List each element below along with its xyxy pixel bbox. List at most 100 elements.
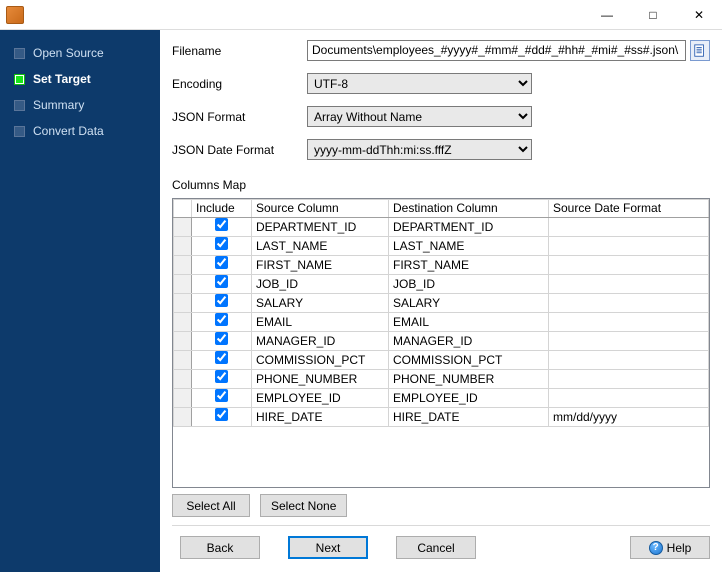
maximize-button[interactable]: □ [630, 0, 676, 30]
dest-cell[interactable]: LAST_NAME [389, 237, 549, 256]
dest-cell[interactable]: EMAIL [389, 313, 549, 332]
source-cell[interactable]: MANAGER_ID [252, 332, 389, 351]
srcfmt-cell[interactable] [549, 313, 709, 332]
table-row[interactable]: DEPARTMENT_IDDEPARTMENT_ID [174, 218, 709, 237]
srcfmt-cell[interactable] [549, 256, 709, 275]
row-header[interactable] [174, 237, 192, 256]
include-cell[interactable] [192, 332, 252, 351]
cancel-button[interactable]: Cancel [396, 536, 476, 559]
include-cell[interactable] [192, 237, 252, 256]
dest-cell[interactable]: PHONE_NUMBER [389, 370, 549, 389]
col-header-include[interactable]: Include [192, 200, 252, 218]
row-header[interactable] [174, 294, 192, 313]
dest-cell[interactable]: MANAGER_ID [389, 332, 549, 351]
help-button[interactable]: ? Help [630, 536, 710, 559]
sidebar-step-1[interactable]: Set Target [0, 66, 160, 92]
srcfmt-cell[interactable] [549, 237, 709, 256]
source-cell[interactable]: DEPARTMENT_ID [252, 218, 389, 237]
include-cell[interactable] [192, 389, 252, 408]
row-header[interactable] [174, 275, 192, 294]
include-checkbox[interactable] [215, 237, 228, 250]
row-header[interactable] [174, 408, 192, 427]
include-cell[interactable] [192, 294, 252, 313]
table-row[interactable]: EMAILEMAIL [174, 313, 709, 332]
source-cell[interactable]: COMMISSION_PCT [252, 351, 389, 370]
table-row[interactable]: FIRST_NAMEFIRST_NAME [174, 256, 709, 275]
filename-input[interactable]: \Documents\employees_#yyyy#_#mm#_#dd#_#h… [307, 40, 686, 61]
include-checkbox[interactable] [215, 389, 228, 402]
include-cell[interactable] [192, 351, 252, 370]
include-cell[interactable] [192, 218, 252, 237]
row-header[interactable] [174, 256, 192, 275]
srcfmt-cell[interactable] [549, 370, 709, 389]
json-format-select[interactable]: Array Without Name [307, 106, 532, 127]
table-row[interactable]: COMMISSION_PCTCOMMISSION_PCT [174, 351, 709, 370]
row-header[interactable] [174, 370, 192, 389]
source-cell[interactable]: PHONE_NUMBER [252, 370, 389, 389]
source-cell[interactable]: EMAIL [252, 313, 389, 332]
dest-cell[interactable]: HIRE_DATE [389, 408, 549, 427]
srcfmt-cell[interactable] [549, 332, 709, 351]
include-checkbox[interactable] [215, 351, 228, 364]
sidebar-step-0[interactable]: Open Source [0, 40, 160, 66]
include-checkbox[interactable] [215, 294, 228, 307]
back-button[interactable]: Back [180, 536, 260, 559]
table-row[interactable]: LAST_NAMELAST_NAME [174, 237, 709, 256]
include-cell[interactable] [192, 370, 252, 389]
include-checkbox[interactable] [215, 408, 228, 421]
encoding-select[interactable]: UTF-8 [307, 73, 532, 94]
source-cell[interactable]: SALARY [252, 294, 389, 313]
col-header-source[interactable]: Source Column [252, 200, 389, 218]
col-header-srcfmt[interactable]: Source Date Format [549, 200, 709, 218]
table-row[interactable]: PHONE_NUMBERPHONE_NUMBER [174, 370, 709, 389]
dest-cell[interactable]: DEPARTMENT_ID [389, 218, 549, 237]
srcfmt-cell[interactable] [549, 351, 709, 370]
srcfmt-cell[interactable] [549, 275, 709, 294]
include-cell[interactable] [192, 256, 252, 275]
include-checkbox[interactable] [215, 256, 228, 269]
select-all-button[interactable]: Select All [172, 494, 250, 517]
source-cell[interactable]: LAST_NAME [252, 237, 389, 256]
source-cell[interactable]: FIRST_NAME [252, 256, 389, 275]
row-header[interactable] [174, 351, 192, 370]
row-header[interactable] [174, 313, 192, 332]
include-cell[interactable] [192, 408, 252, 427]
table-row[interactable]: JOB_IDJOB_ID [174, 275, 709, 294]
next-button[interactable]: Next [288, 536, 368, 559]
minimize-button[interactable]: — [584, 0, 630, 30]
dest-cell[interactable]: SALARY [389, 294, 549, 313]
table-row[interactable]: EMPLOYEE_IDEMPLOYEE_ID [174, 389, 709, 408]
dest-cell[interactable]: COMMISSION_PCT [389, 351, 549, 370]
sidebar-step-2[interactable]: Summary [0, 92, 160, 118]
sidebar-step-3[interactable]: Convert Data [0, 118, 160, 144]
srcfmt-cell[interactable] [549, 389, 709, 408]
columns-map-table[interactable]: Include Source Column Destination Column… [173, 199, 709, 427]
srcfmt-cell[interactable]: mm/dd/yyyy [549, 408, 709, 427]
source-cell[interactable]: EMPLOYEE_ID [252, 389, 389, 408]
select-none-button[interactable]: Select None [260, 494, 347, 517]
srcfmt-cell[interactable] [549, 218, 709, 237]
include-checkbox[interactable] [215, 313, 228, 326]
include-checkbox[interactable] [215, 275, 228, 288]
include-checkbox[interactable] [215, 332, 228, 345]
close-button[interactable]: ✕ [676, 0, 722, 30]
table-row[interactable]: HIRE_DATEHIRE_DATEmm/dd/yyyy [174, 408, 709, 427]
table-row[interactable]: SALARYSALARY [174, 294, 709, 313]
browse-button[interactable] [690, 40, 710, 61]
include-checkbox[interactable] [215, 370, 228, 383]
include-cell[interactable] [192, 313, 252, 332]
source-cell[interactable]: HIRE_DATE [252, 408, 389, 427]
include-checkbox[interactable] [215, 218, 228, 231]
row-header[interactable] [174, 389, 192, 408]
col-header-dest[interactable]: Destination Column [389, 200, 549, 218]
include-cell[interactable] [192, 275, 252, 294]
table-row[interactable]: MANAGER_IDMANAGER_ID [174, 332, 709, 351]
dest-cell[interactable]: EMPLOYEE_ID [389, 389, 549, 408]
dest-cell[interactable]: FIRST_NAME [389, 256, 549, 275]
row-header[interactable] [174, 332, 192, 351]
row-header[interactable] [174, 218, 192, 237]
source-cell[interactable]: JOB_ID [252, 275, 389, 294]
dest-cell[interactable]: JOB_ID [389, 275, 549, 294]
json-date-format-select[interactable]: yyyy-mm-ddThh:mi:ss.fffZ [307, 139, 532, 160]
srcfmt-cell[interactable] [549, 294, 709, 313]
